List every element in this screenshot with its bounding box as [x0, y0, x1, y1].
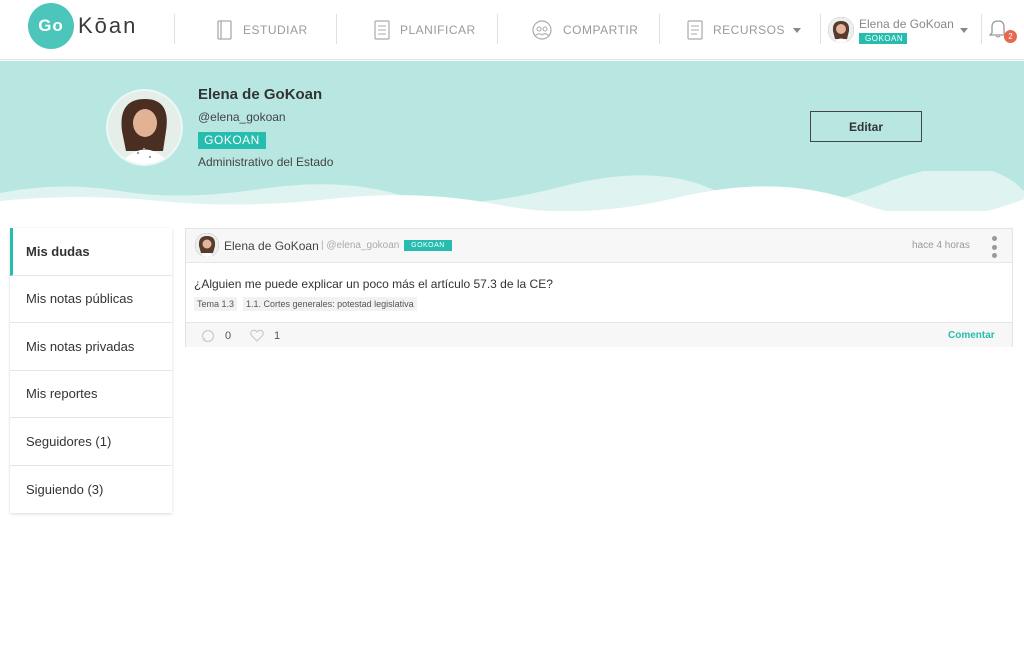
question-author[interactable]: Elena de GoKoan [224, 239, 319, 253]
nav-divider [336, 14, 337, 44]
document-icon [687, 20, 703, 40]
nav-planificar-label: PLANIFICAR [400, 23, 476, 37]
user-menu-name: Elena de GoKoan [859, 16, 954, 31]
profile-badge: GOKOAN [198, 132, 266, 149]
sidebar-item-notas-publicas[interactable]: Mis notas públicas [10, 276, 172, 323]
profile-handle: @elena_gokoan [198, 110, 286, 124]
chevron-down-icon[interactable] [960, 28, 968, 33]
nav-estudiar-label: ESTUDIAR [243, 23, 308, 37]
nav-recursos[interactable]: RECURSOS [687, 18, 802, 42]
profile-name: Elena de GoKoan [198, 86, 323, 103]
logo-circle: Go [28, 3, 74, 49]
top-navigation-bar: Go Kōan ESTUDIAR PLANIFICAR COMPARTIR RE… [0, 0, 1024, 60]
nav-compartir[interactable]: COMPARTIR [531, 18, 638, 42]
sidebar-item-siguiendo[interactable]: Siguiendo (3) [10, 466, 172, 514]
topic-tag[interactable]: 1.1. Cortes generales: potestad legislat… [243, 297, 417, 311]
comments-count-value: 0 [225, 330, 232, 342]
sidebar-item-reportes[interactable]: Mis reportes [10, 371, 172, 418]
question-card: Elena de GoKoan | @elena_gokoan GOKOAN h… [185, 228, 1013, 347]
comment-icon [201, 329, 215, 343]
question-author-badge: GOKOAN [404, 240, 452, 251]
profile-role: Administrativo del Estado [198, 155, 334, 169]
nav-planificar[interactable]: PLANIFICAR [374, 18, 476, 42]
question-card-footer: 0 1 Comentar [186, 322, 1012, 347]
likes-count-value: 1 [274, 329, 281, 342]
nav-recursos-label: RECURSOS [713, 23, 786, 37]
question-timestamp: hace 4 horas [912, 240, 970, 251]
profile-avatar [106, 89, 183, 166]
comment-button[interactable]: Comentar [948, 330, 995, 341]
nav-divider [174, 14, 175, 44]
nav-divider [820, 14, 821, 44]
nav-divider [981, 14, 982, 44]
question-card-header: Elena de GoKoan | @elena_gokoan GOKOAN h… [186, 229, 1012, 263]
nav-divider [659, 14, 660, 44]
question-tags: Tema 1.3 1.1. Cortes generales: potestad… [194, 297, 423, 311]
checklist-icon [374, 20, 390, 40]
likes-count[interactable]: 1 [250, 329, 280, 342]
heart-icon [250, 329, 264, 342]
avatar [828, 17, 854, 43]
notification-count-badge: 2 [1004, 30, 1017, 43]
user-menu-text: Elena de GoKoan GOKOAN [859, 17, 954, 44]
logo-wordmark: Kōan [78, 13, 138, 38]
user-menu-badge: GOKOAN [859, 32, 907, 44]
chevron-down-icon [793, 27, 802, 33]
user-menu[interactable]: Elena de GoKoan GOKOAN [828, 14, 954, 46]
nav-estudiar[interactable]: ESTUDIAR [217, 18, 308, 42]
sidebar-item-mis-dudas[interactable]: Mis dudas [10, 228, 172, 276]
avatar[interactable] [195, 233, 219, 257]
comments-count[interactable]: 0 [201, 329, 231, 343]
sidebar-item-seguidores[interactable]: Seguidores (1) [10, 418, 172, 466]
more-options-icon[interactable] [991, 236, 997, 258]
edit-profile-button[interactable]: Editar [810, 111, 922, 142]
question-author-handle: | @elena_gokoan [321, 240, 400, 251]
nav-compartir-label: COMPARTIR [563, 23, 639, 37]
topic-tag[interactable]: Tema 1.3 [194, 297, 238, 311]
sidebar-item-notas-privadas[interactable]: Mis notas privadas [10, 323, 172, 371]
people-icon [532, 20, 552, 40]
question-text: ¿Alguien me puede explicar un poco más e… [194, 277, 553, 291]
banner-brush-edge [0, 171, 1024, 211]
profile-sidebar: Mis dudas Mis notas públicas Mis notas p… [10, 228, 172, 513]
logo-go-text: Go [38, 16, 64, 35]
book-icon [217, 20, 232, 40]
nav-divider [497, 14, 498, 44]
gokoan-logo[interactable]: Go Kōan [28, 3, 138, 49]
